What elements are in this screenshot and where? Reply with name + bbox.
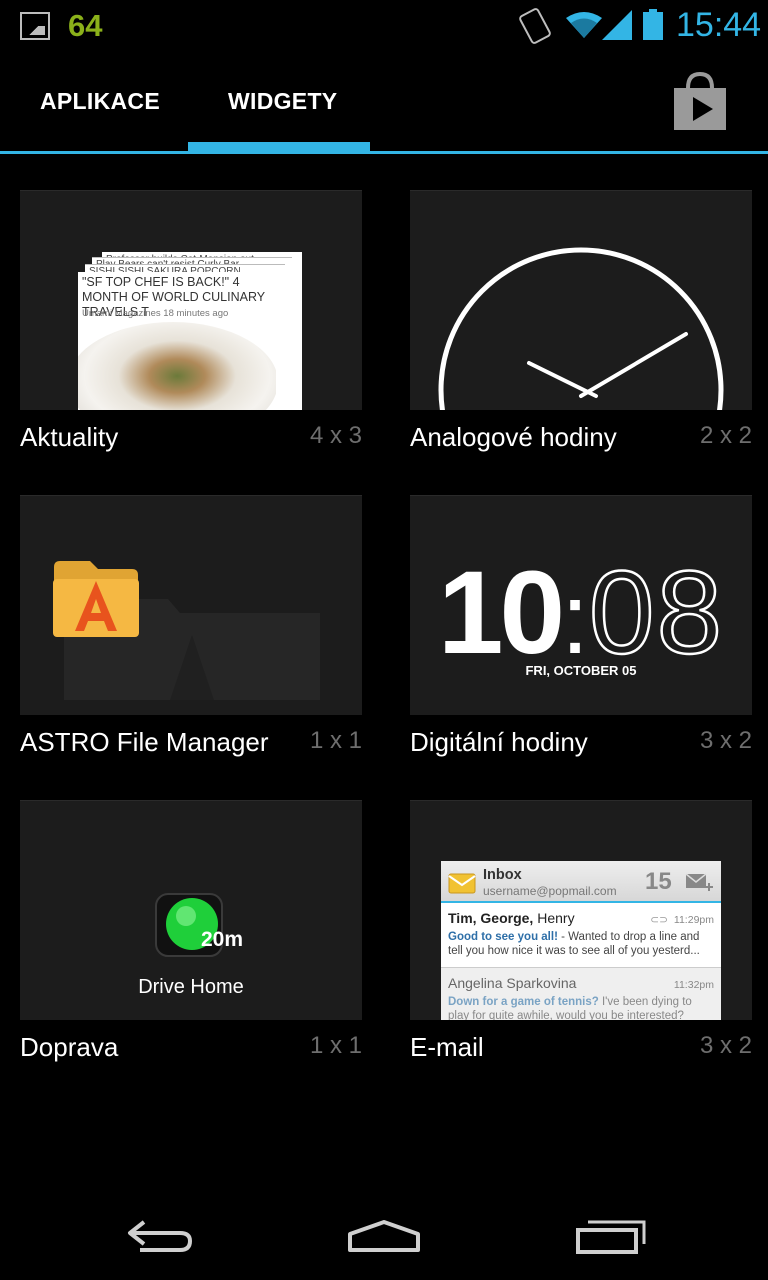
widget-name: E-mail	[410, 1032, 484, 1062]
clock-colon: :	[561, 563, 589, 675]
back-icon[interactable]	[120, 1210, 200, 1260]
widget-preview-analog-clock	[410, 190, 752, 410]
clock-hours: 10	[437, 547, 565, 679]
email-account: username@popmail.com	[483, 884, 617, 898]
widget-preview-traffic: 20m Drive Home	[20, 800, 362, 1020]
widget-digital-clock[interactable]: 10:08 FRI, OCTOBER 05 Digitální hodiny 3…	[410, 495, 752, 775]
tab-bar: APLIKACE WIDGETY	[0, 52, 768, 154]
widget-name: Doprava	[20, 1032, 119, 1062]
email-inbox-title: Inbox	[483, 867, 522, 883]
clock-time: 15:44	[676, 6, 762, 44]
email-from: Henry	[533, 910, 575, 926]
wifi-icon	[566, 12, 602, 38]
widget-analog-clock[interactable]: Analogové hodiny 2 x 2	[410, 190, 752, 470]
widget-size: 3 x 2	[699, 727, 752, 754]
email-time: 11:32pm	[673, 979, 714, 991]
email-subject: Down for a game of tennis?	[448, 996, 599, 1008]
email-time: ⊂⊃ 11:29pm	[650, 914, 714, 926]
email-preview: Inbox username@popmail.com 15 Tim, Georg…	[441, 861, 721, 1020]
navigation-bar	[0, 1196, 768, 1280]
email-from: Angelina Sparkovina	[448, 975, 577, 991]
widget-name: Aktuality	[20, 422, 119, 452]
clock-date: FRI, OCTOBER 05	[525, 663, 637, 678]
status-bar: 64 15:44	[0, 0, 768, 52]
email-unread-count: 15	[645, 868, 672, 895]
widget-email[interactable]: Inbox username@popmail.com 15 Tim, Georg…	[410, 800, 752, 1080]
traffic-eta: 20m	[201, 928, 244, 951]
traffic-label: Drive Home	[138, 976, 244, 998]
widget-preview-news: Professor builds Cat-Mansion out Play Be…	[20, 190, 362, 410]
envelope-icon	[448, 873, 476, 894]
widget-size: 1 x 1	[309, 727, 362, 754]
news-meta: Umami Magazines 18 minutes ago	[82, 308, 229, 319]
clock-minutes: 08	[588, 546, 725, 681]
email-message-row: Angelina Sparkovina 11:32pm Down for a g…	[441, 967, 721, 1020]
analog-clock-face	[438, 247, 724, 410]
recent-apps-icon[interactable]	[570, 1210, 650, 1260]
astro-folder-icon	[53, 561, 320, 700]
widget-size: 3 x 2	[699, 1032, 752, 1059]
widget-preview-astro	[20, 495, 362, 715]
widget-name: Digitální hodiny	[410, 727, 588, 757]
widget-size: 1 x 1	[309, 1032, 362, 1059]
widget-preview-email: Inbox username@popmail.com 15 Tim, Georg…	[410, 800, 752, 1020]
email-header: Inbox username@popmail.com 15	[441, 861, 721, 903]
vibrate-icon	[517, 6, 553, 46]
widget-astro-file-manager[interactable]: ASTRO File Manager 1 x 1	[20, 495, 362, 775]
widget-size: 4 x 3	[309, 422, 362, 449]
food-photo	[78, 322, 276, 410]
news-card-stack: Professor builds Cat-Mansion out Play Be…	[78, 252, 304, 410]
tab-apps[interactable]: APLIKACE	[40, 88, 160, 115]
widget-doprava[interactable]: 20m Drive Home Doprava 1 x 1	[20, 800, 362, 1080]
tab-divider	[0, 151, 768, 154]
battery-icon	[643, 9, 663, 40]
compose-icon	[685, 873, 713, 891]
digital-clock-time: 10:08	[410, 545, 752, 681]
widget-preview-digital-clock: 10:08 FRI, OCTOBER 05	[410, 495, 752, 715]
email-subject: Good to see you all!	[448, 931, 558, 943]
news-front-card: "SF TOP CHEF IS BACK!" 4 MONTH OF WORLD …	[78, 272, 276, 410]
email-from-bold: Tim, George,	[448, 910, 534, 926]
email-message-row: Tim, George, Henry ⊂⊃ 11:29pm Good to see…	[441, 903, 721, 965]
signal-icon	[602, 10, 632, 40]
paperclip-icon: ⊂⊃	[650, 914, 668, 926]
widget-name: ASTRO File Manager	[20, 727, 269, 757]
widget-size: 2 x 2	[699, 422, 752, 449]
widget-name: Analogové hodiny	[410, 422, 617, 452]
tab-widgets[interactable]: WIDGETY	[228, 88, 337, 115]
gallery-notification-icon	[20, 12, 50, 40]
notification-count: 64	[68, 8, 103, 43]
play-store-icon[interactable]	[668, 72, 732, 132]
widget-aktuality[interactable]: Professor builds Cat-Mansion out Play Be…	[20, 190, 362, 470]
home-icon[interactable]	[344, 1210, 424, 1260]
